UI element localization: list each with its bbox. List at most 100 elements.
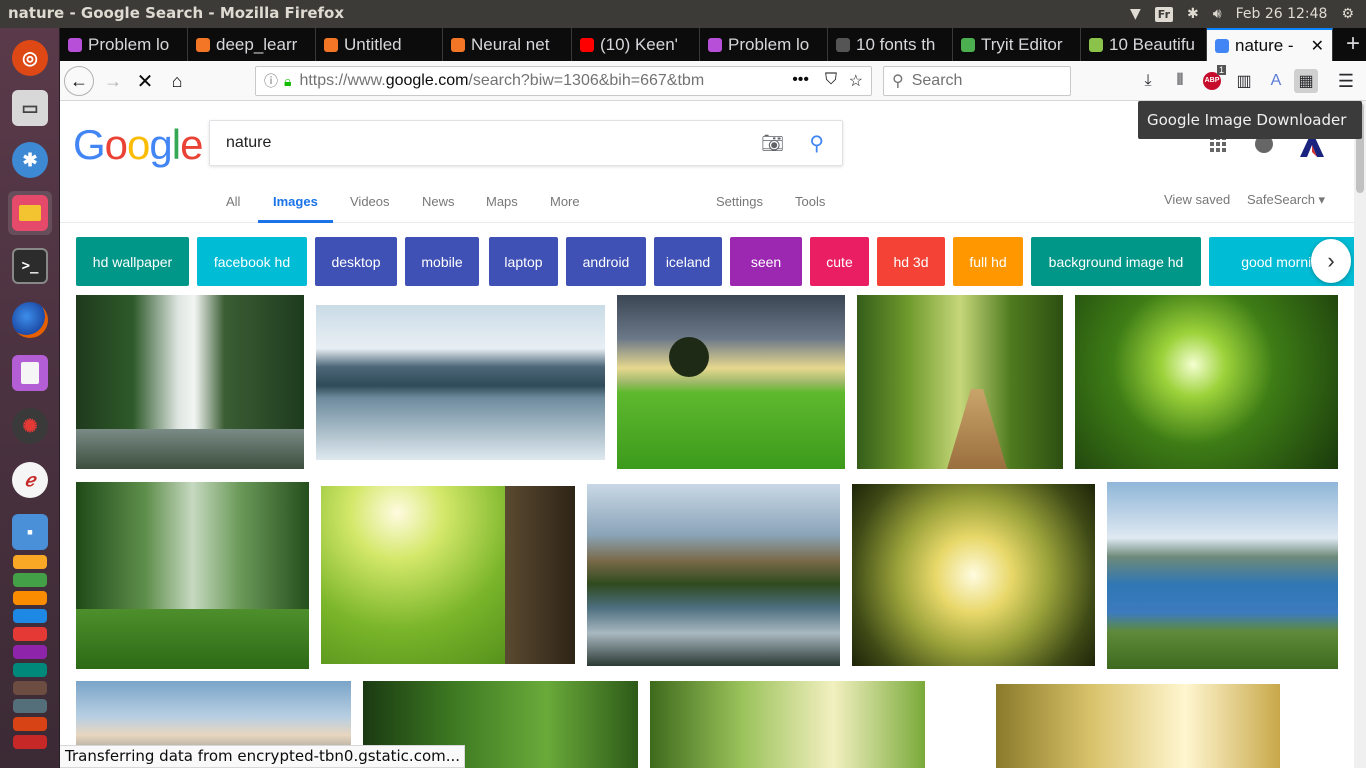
tools-link[interactable]: Tools bbox=[795, 191, 825, 223]
adblock-plus-icon[interactable]: ABP 1 bbox=[1200, 65, 1226, 93]
launcher-system-monitor[interactable]: ▭ bbox=[8, 86, 52, 130]
image-downloader-icon[interactable]: ▦ bbox=[1294, 69, 1318, 93]
launcher-app-4[interactable] bbox=[12, 608, 48, 624]
reader-sidebar-icon[interactable]: ▥ bbox=[1232, 69, 1256, 93]
related-chip[interactable]: android bbox=[566, 237, 646, 286]
related-chip[interactable]: background image hd bbox=[1031, 237, 1201, 286]
back-button[interactable]: ← bbox=[64, 66, 94, 96]
result-image-alpine-lake[interactable] bbox=[1107, 482, 1338, 669]
chip-label: hd wallpaper bbox=[92, 253, 173, 270]
result-image-sunlit-forest[interactable] bbox=[650, 681, 925, 768]
url-bar[interactable]: ⓘ 🔒︎ https://www. google.com /search?biw… bbox=[255, 66, 872, 96]
translate-icon[interactable]: A bbox=[1264, 69, 1288, 93]
launcher-app-10[interactable] bbox=[12, 716, 48, 732]
new-tab-button[interactable]: + bbox=[1346, 30, 1360, 58]
downloads-icon[interactable]: ⤓ bbox=[1136, 69, 1160, 93]
result-image-misty-forest[interactable] bbox=[76, 482, 309, 669]
power-gear-icon[interactable]: ⚙ bbox=[1341, 6, 1354, 22]
web-search-box[interactable]: ⚲ Search bbox=[883, 66, 1071, 96]
launcher-app-2[interactable] bbox=[12, 572, 48, 588]
related-chip[interactable]: seen bbox=[730, 237, 802, 286]
clock[interactable]: Feb 26 12:48 bbox=[1236, 6, 1328, 22]
forward-button[interactable]: → bbox=[98, 66, 128, 96]
google-logo[interactable]: Google bbox=[73, 121, 203, 169]
view-saved-link[interactable]: View saved bbox=[1164, 189, 1230, 221]
browser-tab-8[interactable]: Tryit Editor bbox=[953, 28, 1081, 61]
launcher-ubuntu-dash[interactable]: ◎ bbox=[8, 36, 52, 80]
browser-tab-1[interactable]: Problem lo bbox=[60, 28, 188, 61]
tab-more[interactable]: More bbox=[550, 191, 580, 223]
result-image-golden-forest[interactable] bbox=[996, 684, 1280, 768]
result-image-waterfall[interactable] bbox=[76, 295, 304, 469]
launcher-files[interactable] bbox=[8, 191, 52, 235]
search-icon[interactable]: ⚲ bbox=[809, 131, 824, 156]
keyboard-layout-indicator[interactable]: Fr bbox=[1154, 6, 1174, 22]
launcher-app-5[interactable] bbox=[12, 626, 48, 642]
launcher-app-8[interactable] bbox=[12, 680, 48, 696]
stop-button[interactable]: ✕ bbox=[130, 66, 160, 96]
wifi-icon[interactable]: ▼ bbox=[1130, 6, 1141, 22]
info-icon[interactable]: ⓘ bbox=[264, 71, 278, 91]
browser-tab-3[interactable]: Untitled bbox=[316, 28, 443, 61]
related-chip[interactable]: cute bbox=[810, 237, 869, 286]
browser-tab-6[interactable]: Problem lo bbox=[700, 28, 828, 61]
result-image-mountain-lake[interactable] bbox=[316, 305, 605, 460]
launcher-app-7[interactable] bbox=[12, 662, 48, 678]
related-chip[interactable]: mobile bbox=[405, 237, 479, 286]
related-chip[interactable]: facebook hd bbox=[197, 237, 307, 286]
browser-tab-4[interactable]: Neural net bbox=[443, 28, 572, 61]
launcher-app-3[interactable] bbox=[12, 590, 48, 606]
browser-tab-2[interactable]: deep_learr bbox=[188, 28, 316, 61]
launcher-bluetooth[interactable]: ✱ bbox=[8, 138, 52, 182]
launcher-text-editor[interactable] bbox=[8, 351, 52, 395]
tab-videos[interactable]: Videos bbox=[350, 191, 390, 223]
chips-next-button[interactable]: › bbox=[1311, 239, 1351, 283]
related-chip[interactable]: hd wallpaper bbox=[76, 237, 189, 286]
related-chip[interactable]: iceland bbox=[654, 237, 722, 286]
page-scrollbar[interactable] bbox=[1354, 101, 1366, 768]
launcher-network[interactable]: ✺ bbox=[8, 404, 52, 448]
library-icon[interactable]: ⫴ bbox=[1168, 69, 1192, 93]
navigation-toolbar: ← → ✕ ⌂ ⓘ 🔒︎ https://www. google.com /se… bbox=[60, 61, 1366, 101]
tab-all[interactable]: All bbox=[226, 191, 240, 223]
volume-icon[interactable]: 🔊︎ bbox=[1213, 6, 1222, 22]
browser-tab-9[interactable]: 10 Beautifu bbox=[1081, 28, 1207, 61]
bookmark-star-icon[interactable]: ☆ bbox=[849, 71, 863, 91]
browser-tab-7[interactable]: 10 fonts th bbox=[828, 28, 953, 61]
lock-icon[interactable]: 🔒︎ bbox=[284, 73, 291, 90]
tab-close-icon[interactable]: ✕ bbox=[1311, 36, 1324, 56]
safesearch-menu[interactable]: SafeSearch ▾ bbox=[1247, 189, 1325, 221]
result-image-tree-field[interactable] bbox=[617, 295, 845, 469]
adblock-count-badge: 1 bbox=[1216, 65, 1226, 75]
result-image-park-path[interactable] bbox=[857, 295, 1063, 469]
launcher-libreoffice[interactable]: ℯ bbox=[8, 458, 52, 502]
camera-icon[interactable]: 📷︎ bbox=[761, 133, 784, 154]
home-button[interactable]: ⌂ bbox=[162, 66, 192, 96]
result-image-sunlit-meadow[interactable] bbox=[321, 486, 575, 664]
bluetooth-icon[interactable]: ✱ bbox=[1187, 6, 1199, 22]
tab-news[interactable]: News bbox=[422, 191, 455, 223]
launcher-trash[interactable] bbox=[12, 734, 48, 750]
related-chip[interactable]: laptop bbox=[489, 237, 558, 286]
related-chip[interactable]: full hd bbox=[953, 237, 1023, 286]
settings-link[interactable]: Settings bbox=[716, 191, 763, 223]
result-image-valley-river[interactable] bbox=[587, 484, 840, 666]
tab-images[interactable]: Images bbox=[258, 191, 333, 223]
page-actions-menu-icon[interactable]: ••• bbox=[792, 71, 809, 89]
result-image-big-tree[interactable] bbox=[1075, 295, 1338, 469]
launcher-app-9[interactable] bbox=[12, 698, 48, 714]
browser-tab-10[interactable]: nature - ✕ bbox=[1207, 28, 1333, 61]
result-image-canopy[interactable] bbox=[852, 484, 1095, 666]
related-chip[interactable]: hd 3d bbox=[877, 237, 945, 286]
launcher-screenshot[interactable]: ▪ bbox=[8, 510, 52, 554]
browser-tab-5[interactable]: (10) Keen' bbox=[572, 28, 700, 61]
launcher-app-6[interactable] bbox=[12, 644, 48, 660]
pocket-icon[interactable]: ⛉ bbox=[825, 71, 837, 89]
launcher-firefox[interactable] bbox=[8, 298, 52, 342]
launcher-app-1[interactable] bbox=[12, 554, 48, 570]
related-chip[interactable]: desktop bbox=[315, 237, 397, 286]
search-query-box[interactable]: nature 📷︎ ⚲ bbox=[209, 120, 843, 166]
launcher-terminal[interactable]: >_ bbox=[8, 244, 52, 288]
hamburger-menu-icon[interactable]: ☰ bbox=[1334, 69, 1358, 93]
tab-maps[interactable]: Maps bbox=[486, 191, 518, 223]
